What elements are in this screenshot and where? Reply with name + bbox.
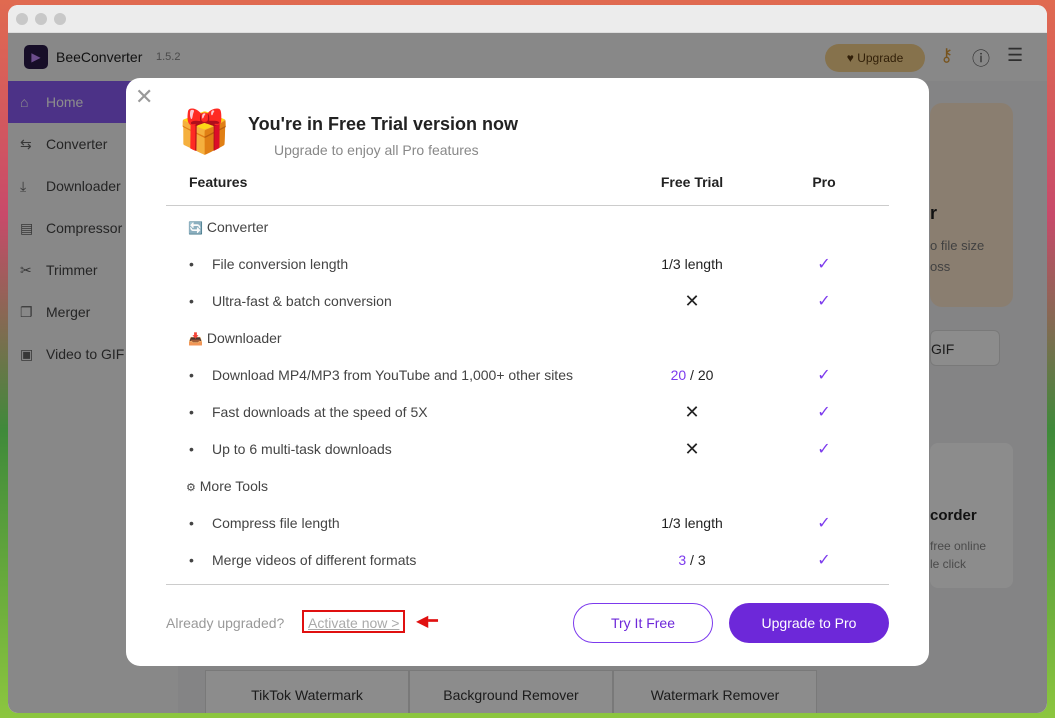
check-icon: ✓: [817, 367, 831, 384]
table-row: • Ultra-fast & batch conversion ✕ ✓: [166, 283, 889, 320]
close-window-button[interactable]: [16, 13, 28, 25]
used-count: 3: [678, 552, 687, 568]
section-converter: 🔄 Converter: [166, 209, 889, 246]
check-icon: ✓: [817, 441, 831, 458]
feature-name: Fast downloads at the speed of 5X: [212, 404, 428, 420]
free-value: 1/3 length: [661, 515, 723, 531]
free-value: 1/3 length: [661, 256, 723, 272]
upgrade-to-pro-button[interactable]: Upgrade to Pro: [729, 603, 889, 643]
activate-now-link[interactable]: Activate now >: [302, 610, 406, 633]
converter-icon: 🔄: [188, 221, 203, 235]
cross-icon: ✕: [684, 439, 700, 459]
gift-icon: 🎁: [178, 108, 231, 155]
used-count: 20: [670, 367, 687, 383]
feature-name: Ultra-fast & batch conversion: [212, 293, 392, 309]
cross-icon: ✕: [684, 291, 700, 311]
feature-table: 🔄 Converter • File conversion length 1/3 l…: [166, 209, 889, 579]
table-row: • Merge videos of different formats 3 / 3 ✓: [166, 542, 889, 579]
section-title: Downloader: [206, 330, 282, 346]
table-header: Features Free Trial Pro: [166, 174, 889, 206]
downloader-icon: 📥: [188, 332, 203, 346]
separator: /: [686, 367, 698, 383]
already-upgraded-text: Already upgraded?: [166, 615, 285, 631]
header-free-trial: Free Trial: [660, 174, 724, 190]
check-icon: ✓: [817, 552, 831, 569]
check-icon: ✓: [817, 256, 831, 273]
feature-name: Merge videos of different formats: [212, 552, 417, 568]
zoom-window-button[interactable]: [54, 13, 66, 25]
dialog-title: You're in Free Trial version now: [248, 114, 519, 134]
table-row: • Compress file length 1/3 length ✓: [166, 505, 889, 542]
title-bar: [8, 5, 1047, 33]
section-downloader: 📥 Downloader: [166, 320, 889, 357]
check-icon: ✓: [817, 515, 831, 532]
check-icon: ✓: [817, 404, 831, 421]
check-icon: ✓: [817, 293, 831, 310]
try-it-free-button[interactable]: Try It Free: [573, 603, 713, 643]
section-title: More Tools: [199, 478, 268, 494]
close-icon[interactable]: ✕: [135, 84, 153, 110]
minimize-window-button[interactable]: [35, 13, 47, 25]
table-row: • Up to 6 multi-task downloads ✕ ✓: [166, 431, 889, 468]
feature-name: Compress file length: [212, 515, 340, 531]
total-count: 3: [697, 552, 706, 568]
feature-name: Up to 6 multi-task downloads: [212, 441, 392, 457]
free-value: 3 / 3: [632, 542, 752, 579]
table-row: • File conversion length 1/3 length ✓: [166, 246, 889, 283]
cross-icon: ✕: [684, 402, 700, 422]
feature-name: File conversion length: [212, 256, 349, 272]
separator: /: [686, 552, 698, 568]
header-pro: Pro: [812, 174, 836, 190]
dialog-subtitle: Upgrade to enjoy all Pro features: [274, 142, 479, 158]
header-features: Features: [189, 174, 248, 190]
divider: [166, 584, 889, 585]
total-count: 20: [697, 367, 714, 383]
free-value: 20 / 20: [632, 357, 752, 394]
table-row: • Download MP4/MP3 from YouTube and 1,000…: [166, 357, 889, 394]
section-title: Converter: [206, 219, 269, 235]
table-row: • Fast downloads at the speed of 5X ✕ ✓: [166, 394, 889, 431]
gear-icon: ⚙: [186, 482, 196, 494]
annotation-arrow-icon: ◀━: [416, 613, 438, 630]
feature-name: Download MP4/MP3 from YouTube and 1,000+…: [212, 367, 573, 383]
section-more-tools: ⚙ More Tools: [166, 468, 889, 505]
upgrade-dialog: ✕ 🎁 You're in Free Trial version now Upg…: [126, 78, 929, 666]
